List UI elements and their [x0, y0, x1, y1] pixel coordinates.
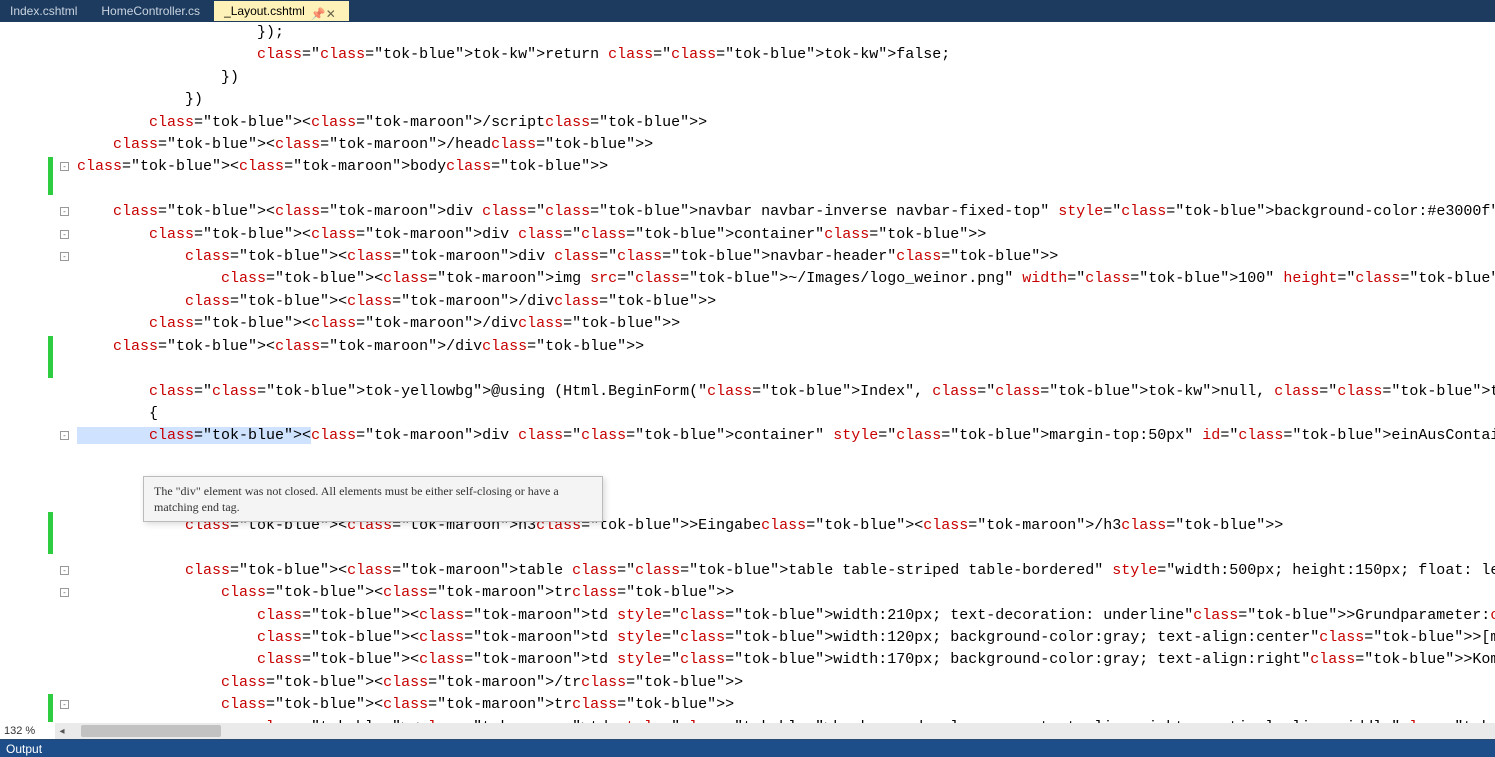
fold-toggle[interactable]: -	[60, 566, 69, 575]
fold-toggle[interactable]: -	[60, 431, 69, 440]
tab-index-cshtml[interactable]: Index.cshtml	[0, 1, 91, 21]
fold-toggle[interactable]: -	[60, 207, 69, 216]
tab--layout-cshtml[interactable]: _Layout.cshtml📌✕	[214, 1, 349, 21]
tab-homecontroller-cs[interactable]: HomeController.cs	[91, 1, 214, 21]
fold-toggle[interactable]: -	[60, 230, 69, 239]
tab-bar: Index.cshtmlHomeController.cs_Layout.csh…	[0, 0, 1495, 22]
gutter	[0, 22, 55, 739]
code-area[interactable]: }); class="class="tok-blue">tok-kw">retu…	[55, 22, 1495, 739]
editor-pane: Index.cshtmlHomeController.cs_Layout.csh…	[0, 0, 1495, 739]
fold-toggle[interactable]: -	[60, 700, 69, 709]
close-icon[interactable]: ✕	[326, 7, 335, 16]
horizontal-scrollbar[interactable]: ◂▸	[55, 723, 1495, 739]
fold-toggle[interactable]: -	[60, 162, 69, 171]
output-panel-header[interactable]: Output	[0, 739, 1495, 757]
zoom-level[interactable]: 132 %	[4, 725, 35, 737]
fold-toggle[interactable]: -	[60, 588, 69, 597]
pin-icon[interactable]: 📌	[311, 7, 320, 16]
error-tooltip: The "div" element was not closed. All el…	[143, 476, 603, 522]
output-label: Output	[6, 742, 42, 756]
fold-toggle[interactable]: -	[60, 252, 69, 261]
code-editor[interactable]: }); class="class="tok-blue">tok-kw">retu…	[0, 22, 1495, 739]
